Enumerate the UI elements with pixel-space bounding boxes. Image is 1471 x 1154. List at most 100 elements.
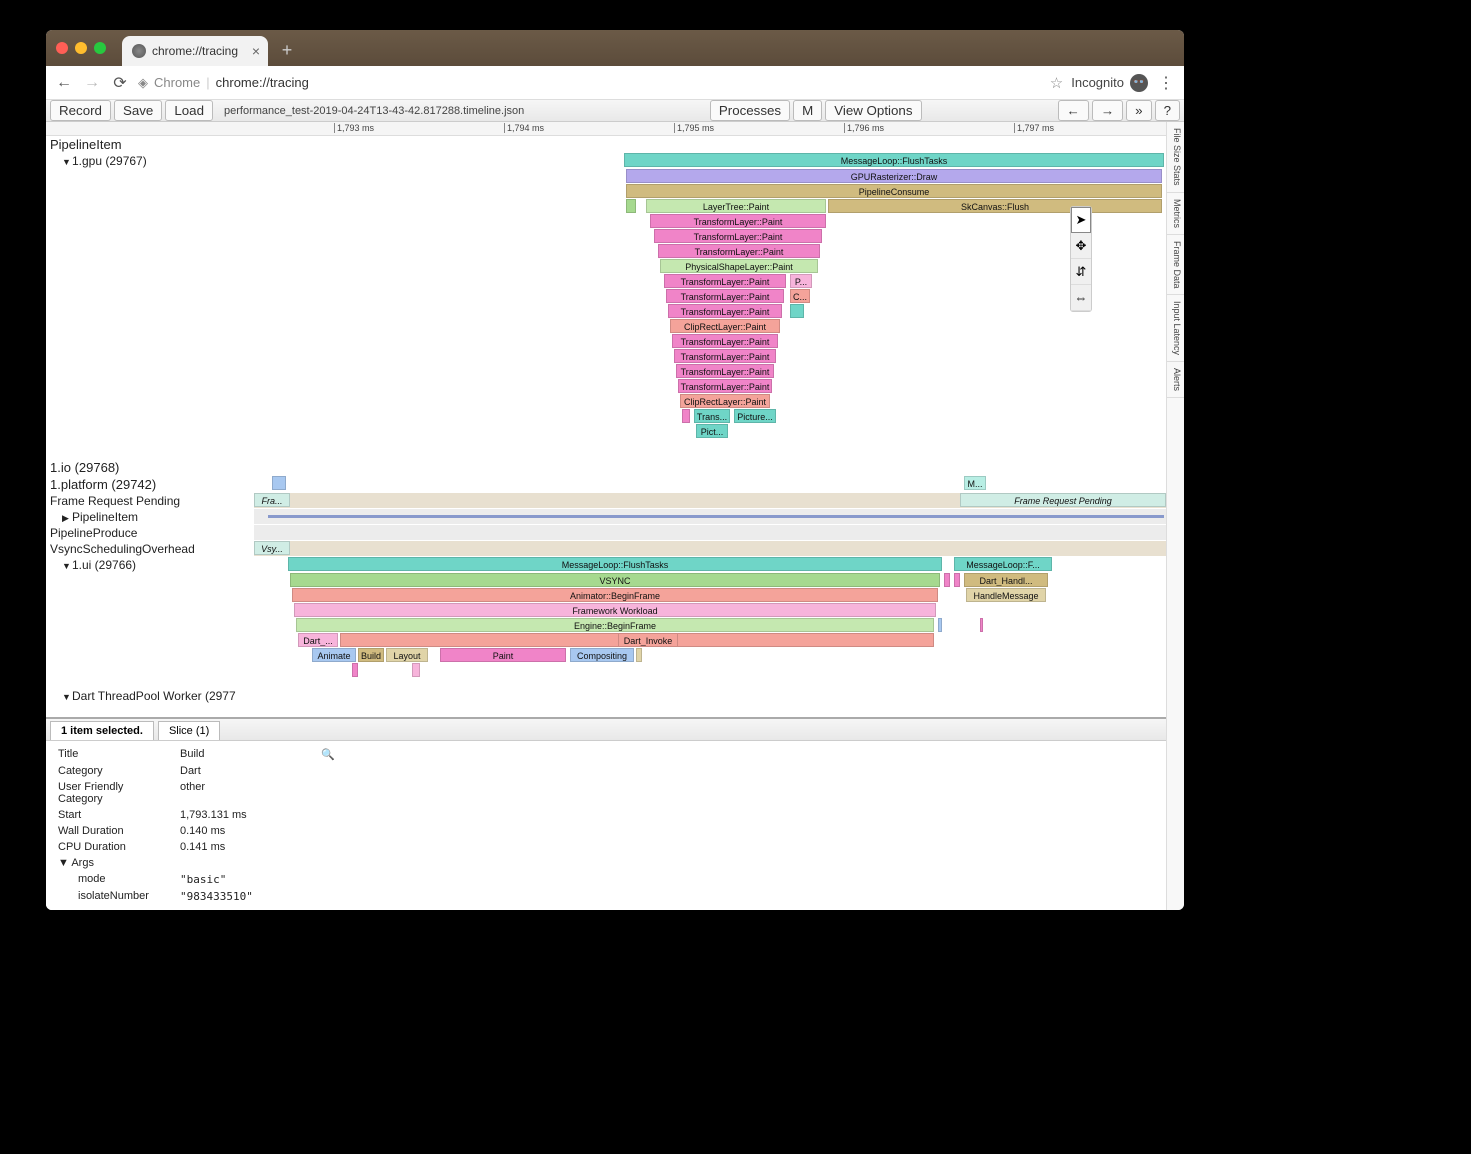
site-info-icon[interactable]: ◈ [138, 75, 148, 91]
nav-left-button[interactable]: ← [1058, 100, 1089, 121]
slice[interactable] [980, 618, 983, 632]
slice[interactable]: HandleMessage [966, 588, 1046, 602]
slice[interactable]: Frame Request Pending [960, 493, 1166, 507]
slice[interactable]: Trans... [694, 409, 730, 423]
slice[interactable] [938, 618, 942, 632]
slice[interactable]: Dart_Handl... [964, 573, 1048, 587]
slice[interactable]: Fra... [254, 493, 290, 507]
side-tab-metrics[interactable]: Metrics [1167, 193, 1184, 235]
track-label-gpu[interactable]: ▼1.gpu (29767) [46, 153, 254, 169]
slice[interactable]: Compositing [570, 648, 634, 662]
slice[interactable]: TransformLayer::Paint [676, 364, 774, 378]
slice[interactable]: ClipRectLayer::Paint [670, 319, 780, 333]
search-icon[interactable]: 🔍 [321, 749, 335, 761]
save-button[interactable]: Save [114, 100, 162, 121]
field-value: 0.140 ms [180, 824, 261, 838]
slice[interactable]: TransformLayer::Paint [658, 244, 820, 258]
slice[interactable]: MessageLoop::FlushTasks [624, 153, 1164, 167]
slice[interactable]: SkCanvas::Flush [828, 199, 1162, 213]
slice[interactable]: PhysicalShapeLayer::Paint [660, 259, 818, 273]
side-tab-frame-data[interactable]: Frame Data [1167, 235, 1184, 296]
app-window: chrome://tracing × + ← → ⟳ ◈ Chrome | ch… [46, 30, 1184, 910]
slice[interactable]: TransformLayer::Paint [666, 289, 784, 303]
track-label-io[interactable]: 1.io (29768) [46, 459, 254, 476]
new-tab-button[interactable]: + [274, 37, 300, 63]
slice[interactable]: Animator::BeginFrame [292, 588, 938, 602]
slice[interactable]: MessageLoop::F... [954, 557, 1052, 571]
minimize-window-button[interactable] [75, 42, 87, 54]
slice[interactable] [790, 304, 804, 318]
slice[interactable]: Paint [440, 648, 566, 662]
slice[interactable]: Dart_Invoke [618, 633, 678, 647]
slice[interactable] [272, 476, 286, 490]
slice[interactable]: TransformLayer::Paint [664, 274, 786, 288]
timeline-content[interactable]: 1,793 ms 1,794 ms 1,795 ms 1,796 ms 1,79… [46, 122, 1166, 910]
slice[interactable]: TransformLayer::Paint [650, 214, 826, 228]
slice[interactable]: Build [358, 648, 384, 662]
slice[interactable]: Dart_... [298, 633, 338, 647]
star-icon[interactable]: ☆ [1050, 74, 1063, 92]
track-label-pipeline-item[interactable]: ▶PipelineItem [46, 509, 254, 525]
slice[interactable] [412, 663, 420, 677]
slice[interactable] [682, 409, 690, 423]
load-button[interactable]: Load [165, 100, 213, 121]
slice[interactable]: Framework Workload [294, 603, 936, 617]
nav-right-button[interactable]: → [1092, 100, 1123, 121]
close-window-button[interactable] [56, 42, 68, 54]
slice[interactable]: PipelineConsume [626, 184, 1162, 198]
track-label-platform[interactable]: 1.platform (29742) [46, 476, 254, 493]
slice[interactable]: C... [790, 289, 810, 303]
processes-button[interactable]: Processes [710, 100, 790, 121]
slice[interactable] [954, 573, 960, 587]
side-tab-input-latency[interactable]: Input Latency [1167, 295, 1184, 362]
slice[interactable]: Animate [312, 648, 356, 662]
slice[interactable]: TransformLayer::Paint [668, 304, 782, 318]
selection-status-tab[interactable]: 1 item selected. [50, 721, 154, 740]
tab-close-icon[interactable]: × [252, 43, 260, 59]
back-button[interactable]: ← [54, 74, 74, 92]
slice[interactable]: GPURasterizer::Draw [626, 169, 1162, 183]
pointer-tool-icon[interactable]: ➤ [1071, 207, 1091, 233]
slice[interactable]: TransformLayer::Paint [654, 229, 822, 243]
slice[interactable]: LayerTree::Paint [646, 199, 826, 213]
slice[interactable]: M... [964, 476, 986, 490]
slice[interactable]: TransformLayer::Paint [678, 379, 772, 393]
args-toggle[interactable]: ▼ Args [58, 856, 178, 870]
browser-tab[interactable]: chrome://tracing × [122, 36, 268, 66]
view-options-button[interactable]: View Options [825, 100, 921, 121]
slice[interactable]: Pict... [696, 424, 728, 438]
slice[interactable] [268, 515, 1164, 518]
slice[interactable]: Engine::BeginFrame [296, 618, 934, 632]
slice[interactable]: TransformLayer::Paint [674, 349, 776, 363]
slice[interactable]: Vsy... [254, 541, 290, 555]
slice[interactable] [944, 573, 950, 587]
m-button[interactable]: M [793, 100, 822, 121]
slice[interactable]: Layout [386, 648, 428, 662]
side-tab-file-size[interactable]: File Size Stats [1167, 122, 1184, 193]
track-label-ui[interactable]: ▼1.ui (29766) [46, 557, 254, 573]
slice[interactable] [636, 648, 642, 662]
side-tab-alerts[interactable]: Alerts [1167, 362, 1184, 398]
menu-icon[interactable]: ⋮ [1156, 73, 1176, 93]
forward-button[interactable]: → [82, 74, 102, 92]
record-button[interactable]: Record [50, 100, 111, 121]
pan-tool-icon[interactable]: ✥ [1071, 233, 1091, 259]
reload-button[interactable]: ⟳ [110, 73, 130, 93]
ruler-tick: 1,793 ms [334, 123, 374, 133]
slice[interactable]: ClipRectLayer::Paint [680, 394, 770, 408]
track-label-dart-pool[interactable]: ▼Dart ThreadPool Worker (2977 [46, 688, 254, 704]
zoom-tool-icon[interactable]: ⇵ [1071, 259, 1091, 285]
slice[interactable]: P... [790, 274, 812, 288]
slice[interactable]: VSYNC [290, 573, 940, 587]
slice[interactable]: Picture... [734, 409, 776, 423]
slice[interactable]: TransformLayer::Paint [672, 334, 778, 348]
maximize-window-button[interactable] [94, 42, 106, 54]
nav-more-button[interactable]: » [1126, 100, 1151, 121]
help-button[interactable]: ? [1155, 100, 1180, 121]
timing-tool-icon[interactable]: ⇔ [1071, 285, 1091, 311]
slice[interactable]: MessageLoop::FlushTasks [288, 557, 942, 571]
slice[interactable] [626, 199, 636, 213]
slice[interactable] [352, 663, 358, 677]
slice-tab[interactable]: Slice (1) [158, 721, 220, 740]
url-field[interactable]: ◈ Chrome | chrome://tracing [138, 75, 1042, 91]
